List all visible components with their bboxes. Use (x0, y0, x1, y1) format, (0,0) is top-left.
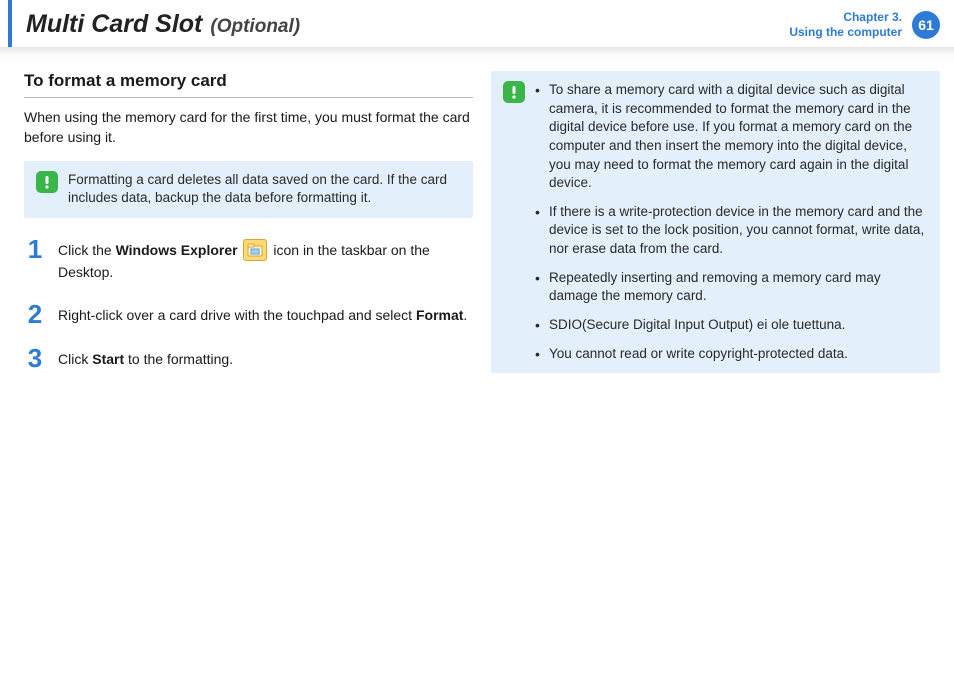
info-box: To share a memory card with a digital de… (491, 71, 940, 373)
section-title: To format a memory card (24, 71, 473, 98)
chapter-line-1: Chapter 3. (789, 10, 902, 24)
step-1: 1 Click the Windows Explorer icon in the… (24, 236, 473, 283)
title: Multi Card Slot (Optional) (26, 10, 300, 39)
step-1-text: Click the Windows Explorer icon in the t… (58, 236, 473, 283)
step-3-text: Click Start to the formatting. (58, 345, 233, 370)
chapter-line-2: Using the computer (789, 25, 902, 39)
step-2-bold: Format (416, 307, 463, 323)
step-2-text: Right-click over a card drive with the t… (58, 301, 467, 326)
content-columns: To format a memory card When using the m… (0, 71, 954, 391)
warning-box: Formatting a card deletes all data saved… (24, 161, 473, 217)
page-number-badge: 61 (912, 11, 940, 39)
warning-text: Formatting a card deletes all data saved… (68, 171, 461, 207)
windows-explorer-icon (243, 239, 267, 261)
chapter-info: Chapter 3. Using the computer 61 (789, 10, 940, 39)
info-item: SDIO(Secure Digital Input Output) ei ole… (535, 316, 928, 335)
step-3-part-c: to the formatting. (124, 351, 233, 367)
step-number: 1 (24, 236, 46, 262)
info-item: Repeatedly inserting and removing a memo… (535, 269, 928, 306)
page-header: Multi Card Slot (Optional) Chapter 3. Us… (8, 0, 954, 47)
step-number: 2 (24, 301, 46, 327)
step-3: 3 Click Start to the formatting. (24, 345, 473, 371)
step-number: 3 (24, 345, 46, 371)
step-3-bold: Start (92, 351, 124, 367)
info-item: To share a memory card with a digital de… (535, 81, 928, 193)
header-separator (0, 47, 954, 65)
step-3-part-a: Click (58, 351, 92, 367)
info-item: You cannot read or write copyright-prote… (535, 345, 928, 364)
step-1-bold: Windows Explorer (116, 242, 238, 258)
info-item: If there is a write-protection device in… (535, 203, 928, 259)
right-column: To share a memory card with a digital de… (491, 71, 940, 391)
title-main: Multi Card Slot (26, 10, 202, 39)
step-2-part-a: Right-click over a card drive with the t… (58, 307, 416, 323)
chapter-text: Chapter 3. Using the computer (789, 10, 902, 39)
step-1-part-a: Click the (58, 242, 116, 258)
warning-icon (36, 171, 58, 193)
info-icon (503, 81, 525, 103)
left-column: To format a memory card When using the m… (24, 71, 473, 391)
title-subtitle: (Optional) (210, 16, 300, 38)
info-list: To share a memory card with a digital de… (535, 81, 928, 363)
section-intro: When using the memory card for the first… (24, 108, 473, 147)
step-2-part-c: . (463, 307, 467, 323)
step-2: 2 Right-click over a card drive with the… (24, 301, 473, 327)
